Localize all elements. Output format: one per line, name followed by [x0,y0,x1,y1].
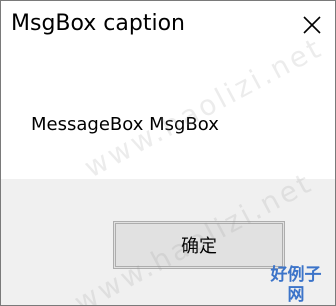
site-logo: 好例子网 [263,265,329,305]
ok-button[interactable]: 确定 [113,221,285,269]
message-text: MessageBox MsgBox [31,114,219,135]
close-button[interactable] [289,1,335,51]
title-bar[interactable]: MsgBox caption [1,1,335,51]
message-area: MessageBox MsgBox [1,51,335,179]
site-logo-text: 好例子网 [270,265,322,305]
window-title: MsgBox caption [11,11,185,36]
message-box-window: MsgBox caption MessageBox MsgBox 确定 www.… [0,0,336,306]
